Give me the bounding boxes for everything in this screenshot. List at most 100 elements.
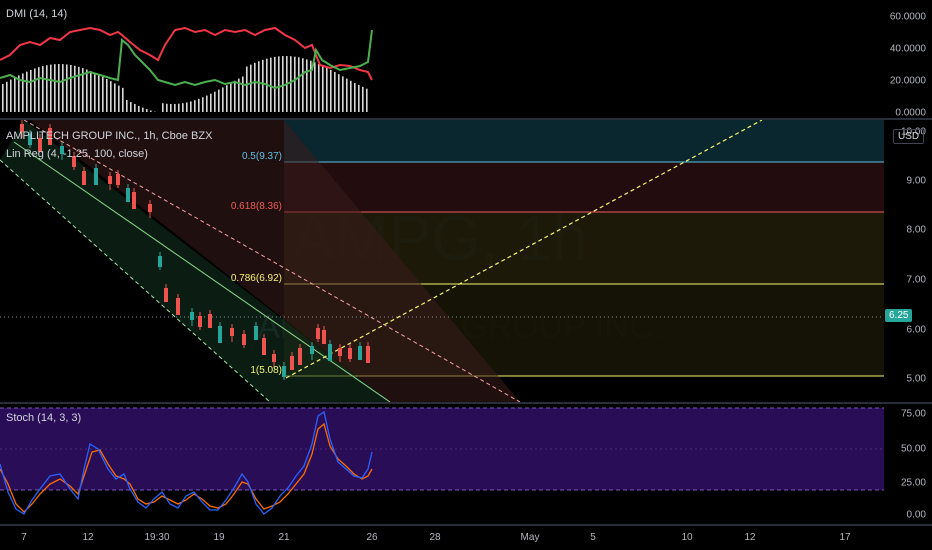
stoch-pane[interactable]: Stoch (14, 3, 3) [0,404,884,524]
candle-body [262,338,266,355]
adx-bar [346,78,348,112]
time-axis-tick: 21 [278,532,290,543]
time-axis-tick: 12 [744,532,756,543]
dmi-legend[interactable]: DMI (14, 14) [6,8,67,20]
adx-bar [178,103,180,112]
dmi-price-axis[interactable]: 60.0000 40.0000 20.0000 0.0000 [884,0,932,119]
dmi-pane[interactable]: DMI (14, 14) [0,0,884,118]
candle-body [338,348,342,356]
fib-label-1: 1(5.08) [250,365,282,376]
currency-button[interactable]: USD [893,129,925,144]
adx-bar [62,64,64,112]
stoch-legend[interactable]: Stoch (14, 3, 3) [6,412,81,424]
stoch-axis-tick: 50.00 [900,443,926,455]
adx-bar [258,61,260,112]
adx-bar [110,81,112,112]
adx-bar [122,87,124,112]
candle-body [94,168,98,185]
candle-body [164,288,168,302]
adx-bar [162,103,164,112]
candle-body [366,346,370,363]
candle-body [322,330,326,344]
candle-body [298,348,302,365]
last-price-tag: 6.25 [885,309,913,322]
adx-bar [90,71,92,112]
price-axis-tick: 6.00 [906,324,926,336]
candle-body [190,312,194,320]
adx-bar [10,79,12,112]
candle-body [158,256,162,267]
candle-body [328,344,332,361]
adx-bar [306,59,308,112]
adx-bar [58,64,60,112]
adx-bar [302,58,304,112]
candle-body [132,192,136,209]
adx-bar [338,74,340,112]
adx-bar [330,69,332,112]
adx-bar [182,103,184,112]
candle-body [348,348,352,359]
candle-body [126,188,130,202]
dmi-axis-tick: 20.0000 [889,75,926,87]
time-axis-tick: 12 [82,532,94,543]
adx-bar [166,103,168,112]
adx-bar [98,74,100,112]
adx-bar [106,78,108,112]
candle-body [290,356,294,370]
adx-bar [134,104,136,112]
adx-bar [74,65,76,112]
stoch-axis[interactable]: 75.00 50.00 25.00 0.00 [884,404,932,524]
time-axis-tick: 7 [21,532,27,543]
adx-bar [54,64,56,112]
price-axis[interactable]: 10.00 9.00 8.00 7.00 6.00 5.00 USD 6.25 [884,120,932,402]
main-pane[interactable]: AMPG, 1h AMPLITECH GROUP INC. 0.5(9.37) … [0,120,884,402]
adx-bar [366,88,368,112]
adx-bar [270,57,272,112]
candle-body [272,354,276,362]
time-axis[interactable]: 7 12 19:30 19 21 26 28 May 5 10 12 17 [0,526,884,550]
price-axis-tick: 9.00 [906,175,926,187]
candle-body [176,298,180,315]
adx-bar [114,83,116,112]
adx-bar [294,56,296,112]
adx-bar [174,103,176,112]
adx-bar [282,56,284,112]
candle-body [310,346,314,354]
time-axis-tick: 28 [429,532,441,543]
adx-bar [318,63,320,112]
adx-bar [298,57,300,112]
adx-bar [6,81,8,112]
time-axis-tick: 5 [590,532,596,543]
adx-bar [326,67,328,112]
adx-bar [334,71,336,112]
time-axis-tick: 19 [213,532,225,543]
fib-label-0.5: 0.5(9.37) [242,151,282,162]
adx-bar [226,85,228,112]
time-axis-tick: 26 [366,532,378,543]
adx-bar [70,65,72,112]
fib-label-0.618: 0.618(8.36) [231,201,282,212]
adx-bar [34,68,36,112]
adx-bar [202,97,204,112]
adx-bar [22,73,24,112]
candle-body [108,176,112,184]
adx-bar [230,82,232,112]
adx-bar [66,64,68,112]
chart-title[interactable]: AMPLITECH GROUP INC., 1h, Cboe BZX [6,130,212,142]
time-axis-tick: 19:30 [144,532,170,543]
stoch-axis-tick: 0.00 [906,509,926,521]
adx-bar [142,107,144,112]
adx-bar [254,62,256,112]
lin-reg-legend[interactable]: Lin Reg (4, -1.25, 100, close) [6,148,148,160]
candle-body [242,334,246,345]
adx-bar [78,66,80,112]
adx-bar [362,86,364,112]
adx-bar [350,80,352,112]
adx-bar [86,69,88,112]
adx-bar [250,64,252,112]
adx-bar [290,56,292,112]
dmi-axis-tick: 60.0000 [889,11,926,23]
adx-bar [18,75,20,112]
fib-zone-blue-red [284,162,884,212]
time-axis-tick: 17 [839,532,851,543]
